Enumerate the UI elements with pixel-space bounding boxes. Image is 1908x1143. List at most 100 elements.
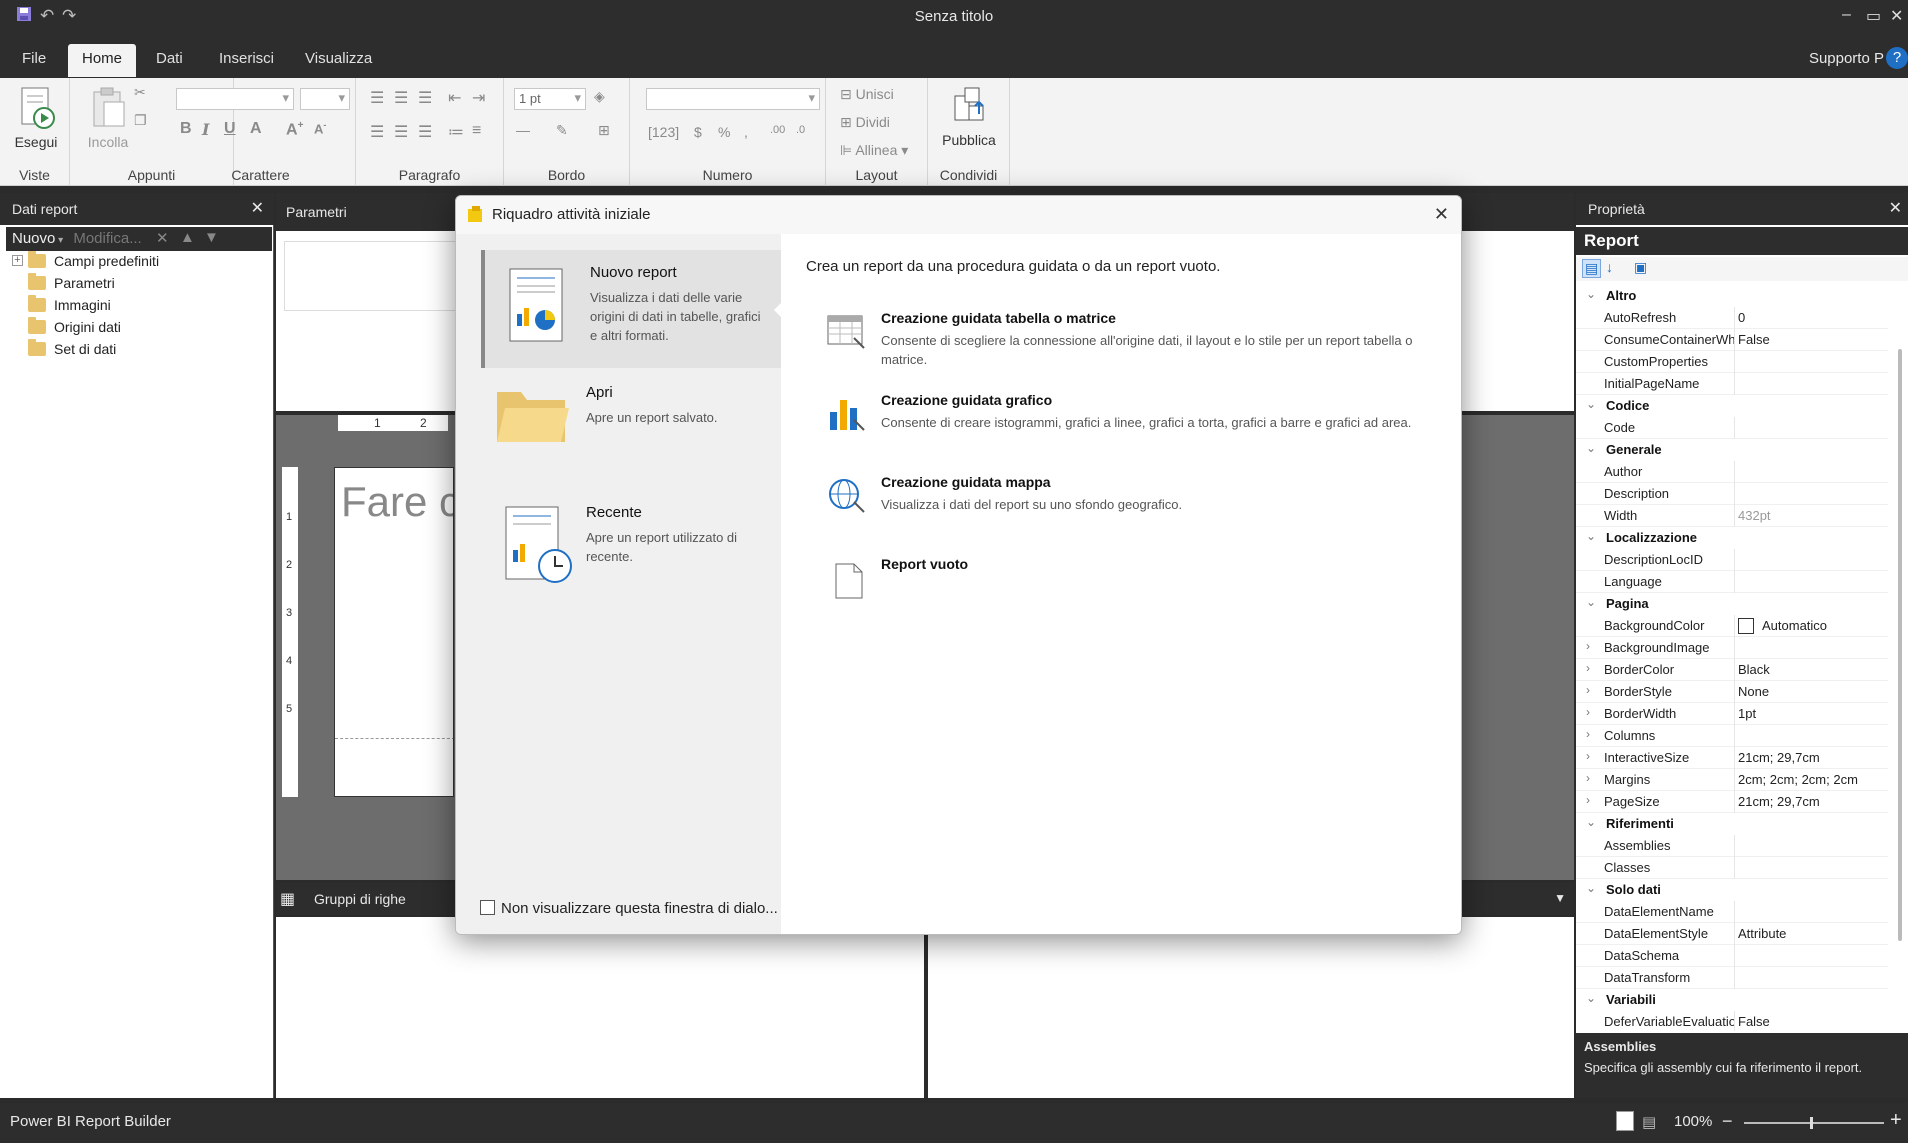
borders-icon[interactable]: ⊞: [598, 122, 610, 139]
property-row[interactable]: DataElementStyle Attribute: [1576, 923, 1888, 945]
dont-show-checkbox-row[interactable]: Non visualizzare questa finestra di dial…: [480, 900, 778, 917]
property-value[interactable]: 21cm; 29,7cm: [1738, 794, 1886, 809]
property-row[interactable]: BackgroundColor Automatico: [1576, 615, 1888, 637]
close-window-button[interactable]: ✕: [1890, 6, 1903, 26]
property-category[interactable]: ⌄ Pagina: [1576, 593, 1888, 615]
expand-icon[interactable]: ›: [1586, 661, 1590, 675]
property-row[interactable]: Code: [1576, 417, 1888, 439]
close-dialog-icon[interactable]: ✕: [1434, 204, 1449, 225]
property-category[interactable]: ⌄ Altro: [1576, 285, 1888, 307]
nav-recent[interactable]: Recente Apre un report utilizzato di rec…: [481, 490, 781, 608]
option-table-wizard[interactable]: Creazione guidata tabella o matrice Cons…: [826, 310, 1426, 367]
property-category[interactable]: ⌄ Variabili: [1576, 989, 1888, 1011]
new-dropdown[interactable]: Nuovo: [12, 230, 55, 247]
align-button[interactable]: ⊫ Allinea ▾: [840, 142, 908, 159]
cut-icon[interactable]: ✂: [134, 84, 146, 101]
decrease-decimal-icon[interactable]: .0: [796, 124, 805, 136]
property-row[interactable]: DataSchema: [1576, 945, 1888, 967]
property-row[interactable]: › InteractiveSize 21cm; 29,7cm: [1576, 747, 1888, 769]
property-row[interactable]: CustomProperties: [1576, 351, 1888, 373]
tree-item-images[interactable]: Immagini: [28, 295, 111, 313]
edit-button[interactable]: Modifica...: [73, 230, 141, 247]
italic-icon[interactable]: I: [202, 120, 209, 139]
property-scrollbar[interactable]: [1898, 349, 1902, 941]
close-panel-icon[interactable]: ✕: [251, 198, 264, 218]
expand-icon[interactable]: ›: [1586, 705, 1590, 719]
numbering-icon[interactable]: ≡: [472, 122, 481, 140]
property-row[interactable]: DataElementName: [1576, 901, 1888, 923]
property-category[interactable]: ⌄ Generale: [1576, 439, 1888, 461]
align-right-icon[interactable]: ☰: [418, 122, 432, 142]
categorized-icon[interactable]: ▤: [1582, 259, 1602, 278]
move-up-icon[interactable]: ▲: [180, 229, 195, 246]
property-row[interactable]: DescriptionLocID: [1576, 549, 1888, 571]
report-body[interactable]: Fare c: [334, 467, 454, 797]
align-left-icon[interactable]: ☰: [370, 122, 384, 142]
property-row[interactable]: Classes: [1576, 857, 1888, 879]
property-row[interactable]: AutoRefresh 0: [1576, 307, 1888, 329]
move-down-icon[interactable]: ▼: [204, 229, 219, 246]
tree-item-data-sources[interactable]: Origini dati: [28, 317, 121, 335]
property-value[interactable]: False: [1738, 332, 1886, 347]
property-row[interactable]: › PageSize 21cm; 29,7cm: [1576, 791, 1888, 813]
property-value[interactable]: Attribute: [1738, 926, 1886, 941]
copy-icon[interactable]: ❐: [134, 112, 147, 129]
align-center-icon[interactable]: ☰: [394, 122, 408, 142]
tab-inserisci[interactable]: Inserisci: [219, 50, 274, 67]
merge-button[interactable]: ⊟ Unisci: [840, 86, 894, 103]
expand-icon[interactable]: +: [12, 255, 23, 266]
border-style-icon[interactable]: —: [516, 122, 530, 138]
expand-icon[interactable]: ›: [1586, 793, 1590, 807]
tree-item-datasets[interactable]: Set di dati: [28, 339, 116, 357]
property-value[interactable]: Black: [1738, 662, 1886, 677]
tab-home[interactable]: Home: [68, 44, 137, 77]
currency-icon[interactable]: $: [694, 124, 702, 140]
property-row[interactable]: ConsumeContainerWhitespace False: [1576, 329, 1888, 351]
shrink-font-icon[interactable]: A-: [314, 120, 326, 136]
property-row[interactable]: › Margins 2cm; 2cm; 2cm; 2cm: [1576, 769, 1888, 791]
property-row[interactable]: › BorderStyle None: [1576, 681, 1888, 703]
align-bottom-icon[interactable]: ☰: [418, 88, 432, 108]
delete-icon[interactable]: ✕: [156, 229, 169, 247]
expand-icon[interactable]: ›: [1586, 639, 1590, 653]
zoom-out-icon[interactable]: −: [1722, 1111, 1733, 1132]
property-row[interactable]: Description: [1576, 483, 1888, 505]
property-category[interactable]: ⌄ Localizzazione: [1576, 527, 1888, 549]
property-row[interactable]: Author: [1576, 461, 1888, 483]
tree-item-builtin-fields[interactable]: Campi predefiniti: [28, 251, 159, 269]
property-value[interactable]: None: [1738, 684, 1886, 699]
option-blank-report[interactable]: Report vuoto: [826, 556, 1426, 599]
increase-indent-icon[interactable]: ⇥: [472, 88, 485, 108]
property-row[interactable]: DeferVariableEvaluation False: [1576, 1011, 1888, 1031]
row-groups-pane[interactable]: [276, 917, 924, 1098]
property-row[interactable]: InitialPageName: [1576, 373, 1888, 395]
tab-file[interactable]: File: [22, 50, 46, 67]
property-row[interactable]: › BackgroundImage: [1576, 637, 1888, 659]
paste-button[interactable]: Incolla: [78, 86, 138, 150]
option-map-wizard[interactable]: Creazione guidata mappa Visualizza i dat…: [826, 474, 1426, 514]
zoom-slider[interactable]: [1744, 1117, 1884, 1129]
property-value[interactable]: False: [1738, 1014, 1886, 1029]
nav-open[interactable]: Apri Apre un report salvato.: [481, 370, 781, 488]
decrease-indent-icon[interactable]: ⇤: [448, 88, 461, 108]
underline-icon[interactable]: U: [224, 120, 236, 138]
font-family-select[interactable]: [176, 88, 294, 110]
property-value[interactable]: 2cm; 2cm; 2cm; 2cm: [1738, 772, 1886, 787]
property-value[interactable]: 21cm; 29,7cm: [1738, 750, 1886, 765]
property-category[interactable]: ⌄ Codice: [1576, 395, 1888, 417]
fill-color-icon[interactable]: ◈: [594, 88, 605, 105]
property-row[interactable]: Width 432pt: [1576, 505, 1888, 527]
bold-icon[interactable]: B: [180, 120, 192, 138]
expand-icon[interactable]: ›: [1586, 771, 1590, 785]
close-panel-icon[interactable]: ✕: [1889, 198, 1902, 218]
property-value[interactable]: Automatico: [1738, 618, 1886, 634]
align-middle-icon[interactable]: ☰: [394, 88, 408, 108]
property-row[interactable]: Assemblies: [1576, 835, 1888, 857]
property-row[interactable]: › BorderColor Black: [1576, 659, 1888, 681]
property-pages-icon[interactable]: ▣: [1634, 259, 1647, 276]
tab-visualizza[interactable]: Visualizza: [305, 50, 372, 67]
expand-icon[interactable]: ›: [1586, 683, 1590, 697]
grow-font-icon[interactable]: A+: [286, 120, 303, 139]
property-value[interactable]: 1pt: [1738, 706, 1886, 721]
align-top-icon[interactable]: ☰: [370, 88, 384, 108]
